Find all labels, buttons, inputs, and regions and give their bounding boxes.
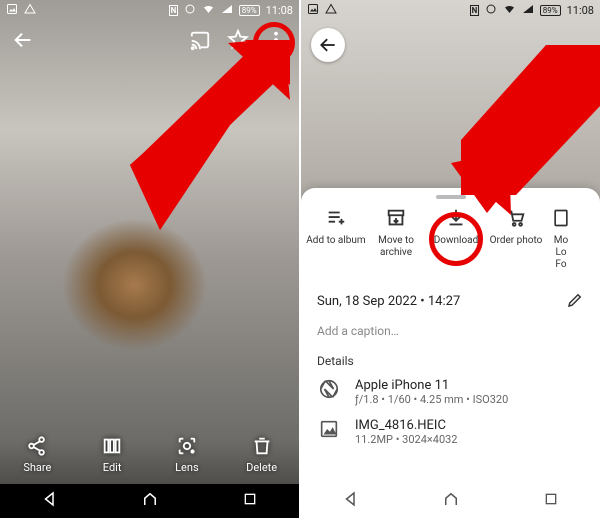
battery-indicator: 89% — [540, 5, 561, 16]
more-button[interactable] — [257, 21, 295, 59]
wifi-icon — [202, 3, 215, 18]
more-actions-overflow[interactable]: Mo Lo Fo — [546, 207, 576, 271]
edit-label: Edit — [103, 461, 122, 474]
sheet-drag-handle[interactable] — [436, 195, 466, 199]
move-to-archive-button[interactable]: Move to archive — [366, 207, 426, 271]
sheet-action-label: Add to album — [306, 235, 365, 247]
edit-date-button[interactable] — [566, 291, 584, 312]
aperture-icon — [317, 378, 341, 400]
wifi-icon — [503, 3, 516, 18]
share-label: Share — [23, 461, 51, 474]
clock-text: 11:08 — [567, 4, 594, 17]
camera-meta-text: ƒ/1.8 • 1/60 • 4.25 mm • ISO320 — [355, 393, 508, 406]
status-bar: N 89% 11:08 — [301, 0, 600, 20]
add-to-album-button[interactable]: Add to album — [306, 207, 366, 271]
caption-input[interactable]: Add a caption… — [301, 318, 600, 344]
nav-bar — [301, 484, 600, 518]
back-button[interactable] — [311, 28, 345, 62]
download-button[interactable]: Download — [426, 207, 486, 271]
warning-status-icon — [325, 3, 337, 18]
back-button[interactable] — [4, 21, 42, 59]
delete-label: Delete — [246, 461, 277, 474]
download-icon — [445, 207, 467, 229]
nav-back-icon[interactable] — [342, 490, 360, 512]
sheet-action-label: Download — [434, 235, 479, 247]
nav-recents-icon[interactable] — [242, 491, 258, 511]
edit-button[interactable]: Edit — [75, 424, 150, 484]
file-meta-text: 11.2MP • 3024×4032 — [355, 433, 458, 446]
status-bar: N 89% 11:08 — [0, 0, 299, 20]
options-bottom-sheet: Add to album Move to archive Download — [301, 188, 600, 518]
details-heading: Details — [301, 344, 600, 372]
image-file-icon — [317, 418, 341, 440]
photo-viewer-action-bar: Share Edit Lens Delete — [0, 424, 299, 484]
caption-placeholder: Add a caption… — [317, 324, 399, 338]
sheet-action-label: Mo Lo Fo — [554, 235, 568, 271]
camera-device-text: Apple iPhone 11 — [355, 378, 508, 393]
archive-icon — [385, 207, 407, 229]
two-phone-tutorial: N 89% 11:08 — [0, 0, 600, 518]
clock-text: 11:08 — [266, 4, 293, 17]
phone-right: N 89% 11:08 — [301, 0, 600, 518]
lens-button[interactable]: Lens — [150, 424, 225, 484]
nav-home-icon[interactable] — [442, 490, 460, 512]
camera-details-row: Apple iPhone 11 ƒ/1.8 • 1/60 • 4.25 mm •… — [301, 372, 600, 412]
share-button[interactable]: Share — [0, 424, 75, 484]
signal-icon — [522, 3, 534, 18]
phone-left: N 89% 11:08 — [0, 0, 299, 518]
delete-button[interactable]: Delete — [224, 424, 299, 484]
nav-bar — [0, 484, 299, 518]
sheet-action-row: Add to album Move to archive Download — [301, 207, 600, 285]
cart-icon — [505, 207, 527, 229]
date-time-text: Sun, 18 Sep 2022 • 14:27 — [317, 294, 460, 309]
sync-icon — [485, 3, 497, 18]
nav-home-icon[interactable] — [141, 490, 159, 512]
file-details-row: IMG_4816.HEIC 11.2MP • 3024×4032 — [301, 412, 600, 452]
favorite-button[interactable] — [219, 21, 257, 59]
playlist-add-icon — [325, 207, 347, 229]
cast-button[interactable] — [181, 21, 219, 59]
warning-status-icon — [24, 3, 36, 18]
sync-icon — [184, 3, 196, 18]
picture-status-icon — [6, 3, 18, 18]
lens-label: Lens — [175, 461, 199, 474]
picture-status-icon — [307, 3, 319, 18]
order-photo-button[interactable]: Order photo — [486, 207, 546, 271]
sheet-action-label: Order photo — [490, 235, 543, 247]
file-name-text: IMG_4816.HEIC — [355, 418, 458, 433]
file-icon — [551, 207, 571, 229]
date-time-row: Sun, 18 Sep 2022 • 14:27 — [301, 285, 600, 318]
nav-back-icon[interactable] — [41, 490, 59, 512]
photo-viewer-app-bar — [0, 20, 299, 60]
battery-indicator: 89% — [239, 5, 260, 16]
nfc-icon: N — [169, 5, 178, 16]
sheet-action-label: Move to archive — [366, 235, 426, 259]
signal-icon — [221, 3, 233, 18]
nav-recents-icon[interactable] — [543, 491, 559, 511]
nfc-icon: N — [470, 5, 479, 16]
